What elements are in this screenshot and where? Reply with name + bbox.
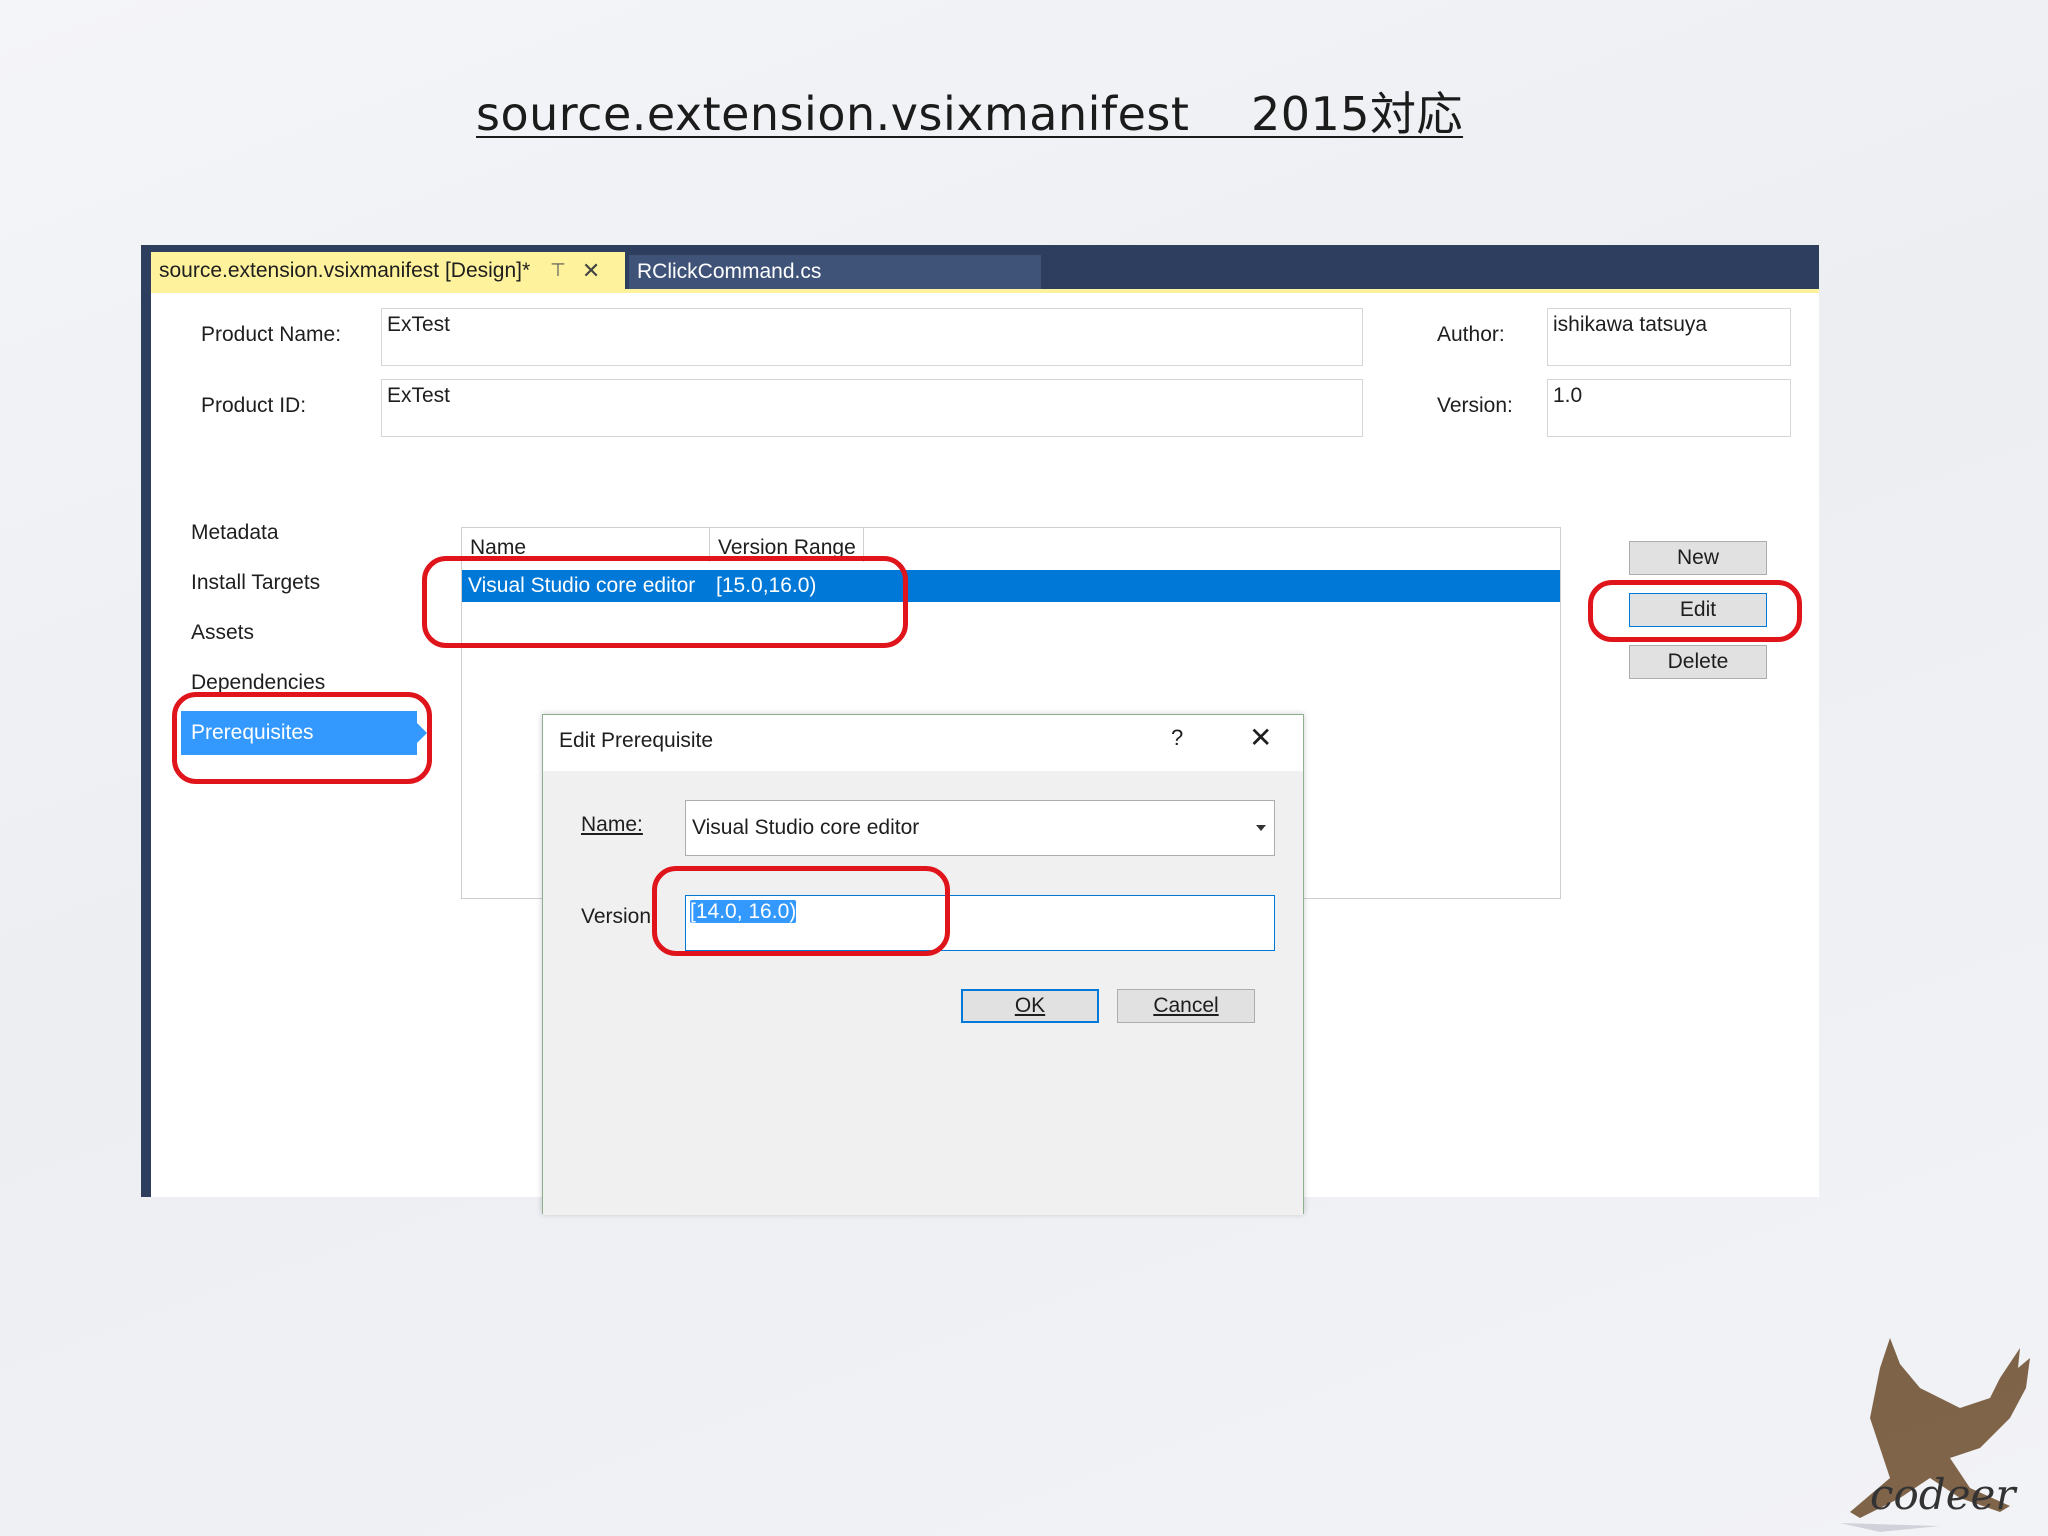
product-id-label: Product ID: [201,394,307,417]
nav-assets[interactable]: Assets [191,621,254,645]
highlight-circle-version-input [652,866,950,956]
dialog-version-label: Version: [581,905,657,928]
delete-button[interactable]: Delete [1629,645,1767,679]
ok-button[interactable]: OK [961,989,1099,1023]
tab-manifest-design[interactable]: source.extension.vsixmanifest [Design]* … [151,252,625,289]
slide-title: source.extension.vsixmanifest 2015対応 [476,87,1464,141]
version-label: Version: [1437,394,1513,417]
name-combobox-value: Visual Studio core editor [692,816,920,839]
version-field[interactable]: 1.0 [1547,379,1791,437]
highlight-circle-edit-button [1588,580,1802,642]
nav-metadata[interactable]: Metadata [191,521,279,545]
author-field[interactable]: ishikawa tatsuya [1547,308,1791,366]
tab-rclickcommand[interactable]: RClickCommand.cs [629,255,1041,289]
help-icon[interactable]: ? [1171,725,1183,751]
tab-rclickcommand-label: RClickCommand.cs [637,260,822,283]
highlight-circle-prerequisites [172,692,432,784]
brand-logo-text: codeer [1870,1470,2016,1519]
highlight-circle-grid-row [422,556,908,648]
chevron-down-icon[interactable] [1256,825,1266,831]
name-combobox[interactable]: Visual Studio core editor [685,800,1275,856]
edit-prerequisite-dialog: Edit Prerequisite ? ✕ Name: Visual Studi… [542,714,1304,1215]
product-name-field[interactable]: ExTest [381,308,1363,366]
nav-install-targets[interactable]: Install Targets [191,571,320,595]
dialog-title: Edit Prerequisite [559,729,714,752]
close-icon[interactable]: ✕ [582,258,600,284]
product-name-label: Product Name: [201,323,342,346]
dialog-name-label: Name: [581,813,643,836]
tab-underline [151,289,1819,293]
author-label: Author: [1437,323,1505,346]
new-button[interactable]: New [1629,541,1767,575]
product-id-field[interactable]: ExTest [381,379,1363,437]
pin-icon[interactable]: ⊤ [550,260,566,281]
cancel-button[interactable]: Cancel [1117,989,1255,1023]
ide-left-border [141,245,151,1197]
tab-manifest-label: source.extension.vsixmanifest [Design]* [159,258,531,282]
dialog-close-icon[interactable]: ✕ [1249,721,1272,754]
